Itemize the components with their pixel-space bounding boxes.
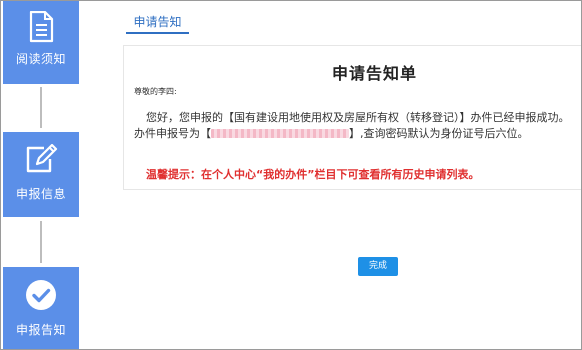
- document-icon: [29, 11, 54, 43]
- step-read-notice[interactable]: 阅读须知: [3, 1, 79, 84]
- application-number-suffix: 】,查询密码默认为身份证号后六位。: [349, 127, 529, 140]
- application-window: 阅读须知 申报信息 申报告知 申请告知 申请告知单 尊敬的李四: 您好，您申报的…: [0, 0, 582, 350]
- step-connector: [40, 87, 42, 128]
- redacted-application-number: [211, 129, 349, 138]
- application-number-prefix: 办件申报号为【: [134, 127, 211, 140]
- step-connector: [40, 221, 42, 263]
- step-label-application-notice: 申报告知: [15, 323, 66, 337]
- notice-greeting: 尊敬的李四:: [134, 87, 177, 96]
- edit-icon: [26, 144, 58, 173]
- finish-button[interactable]: 完成: [358, 257, 398, 276]
- step-application-info[interactable]: 申报信息: [3, 132, 79, 217]
- step-label-application-info: 申报信息: [15, 187, 66, 201]
- notice-application-number: 办件申报号为【 】,查询密码默认为身份证号后六位。: [134, 125, 529, 141]
- step-label-read-notice: 阅读须知: [15, 52, 66, 66]
- notice-title: 申请告知单: [332, 64, 418, 83]
- warm-tip: 温馨提示：在个人中心“我的办件”栏目下可查看所有历史申请列表。: [146, 168, 480, 181]
- notice-success-message: 您好，您申报的【国有建设用地使用权及房屋所有权（转移登记）】办件已经申报成功。: [146, 111, 570, 124]
- tab-application-notice[interactable]: 申请告知: [126, 12, 189, 34]
- step-application-notice[interactable]: 申报告知: [3, 267, 79, 349]
- notice-card: 申请告知单 尊敬的李四: 您好，您申报的【国有建设用地使用权及房屋所有权（转移登…: [123, 45, 581, 190]
- check-circle-icon: [26, 280, 56, 310]
